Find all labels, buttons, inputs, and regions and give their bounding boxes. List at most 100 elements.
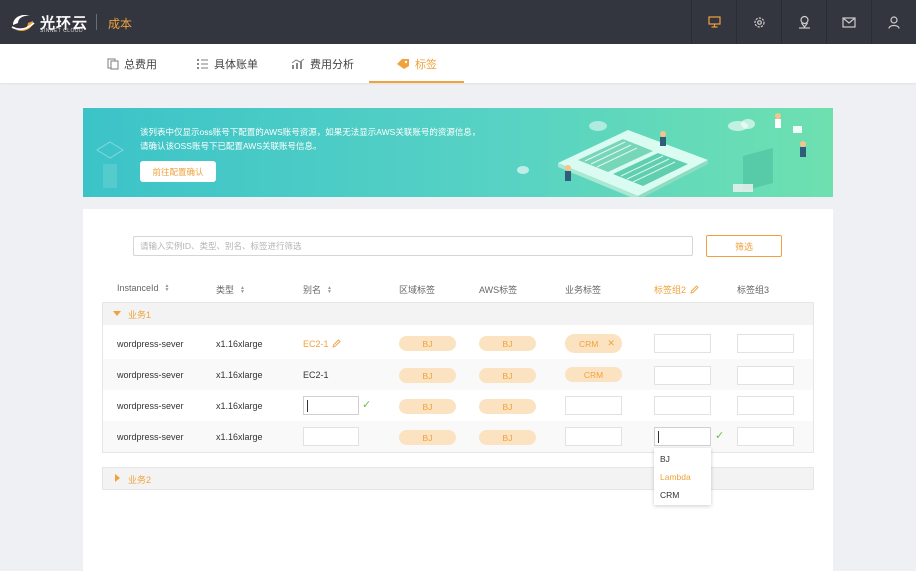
tab-label: 标签 [415, 58, 437, 71]
tab-bar: 总费用 具体账单 费用分析 标签 [0, 44, 916, 83]
table-row: wordpress-sever x1.16xlarge EC2-1 BJ BJ … [103, 359, 813, 390]
column-header-biz-tag: 业务标签 [565, 283, 601, 296]
column-label: 区域标签 [399, 285, 436, 295]
confirm-check-icon[interactable]: ✓ [362, 398, 371, 411]
location-icon[interactable] [781, 0, 826, 44]
logo-icon [10, 11, 36, 35]
logo[interactable]: 光环云 SINNET CLOUD [10, 10, 88, 36]
tab-label: 费用分析 [310, 58, 354, 71]
region-tag-pill[interactable]: BJ [399, 430, 456, 445]
confirm-check-icon[interactable]: ✓ [715, 429, 724, 442]
column-header-alias[interactable]: 别名 ▲ ▼ [303, 283, 332, 296]
column-header-tag-group-2[interactable]: 标签组2 [654, 283, 699, 296]
tag-group-2-field[interactable] [654, 396, 711, 415]
alias-input[interactable] [303, 396, 359, 415]
biz-tag-field[interactable] [565, 427, 622, 446]
active-tab-indicator [369, 81, 464, 83]
group-label: 业务2 [128, 475, 152, 485]
alias-cell[interactable]: EC2-1 [303, 370, 329, 380]
dropdown-option[interactable]: BJ [660, 454, 670, 464]
caret-right-icon[interactable] [115, 474, 121, 482]
region-tag-pill[interactable]: BJ [399, 399, 456, 414]
settings-icon[interactable] [736, 0, 781, 44]
column-header-aws-tag: AWS标签 [479, 283, 517, 296]
mail-icon[interactable] [826, 0, 871, 44]
type-cell: x1.16xlarge [216, 432, 263, 442]
biz-tag-pill[interactable]: CRM [565, 367, 622, 382]
group-label: 业务1 [128, 310, 152, 320]
text-cursor [658, 431, 659, 443]
column-header-region-tag: 区域标签 [399, 283, 435, 296]
aws-tag-pill[interactable]: BJ [479, 399, 536, 414]
tag-icon [397, 58, 409, 69]
tag-group-3-field[interactable] [737, 396, 794, 415]
logo-subtitle: SINNET CLOUD [40, 28, 84, 34]
table-row: wordpress-sever x1.16xlarge EC2-1 BJ BJ … [103, 328, 813, 359]
header-actions [691, 0, 916, 44]
tag-group-2-field[interactable] [654, 334, 711, 353]
instance-id-cell: wordpress-sever [117, 401, 184, 411]
remove-tag-icon[interactable]: ✕ [607, 338, 615, 349]
instance-id-cell: wordpress-sever [117, 432, 184, 442]
go-configure-button[interactable]: 前往配置确认 [140, 161, 216, 182]
tab-label: 具体账单 [214, 58, 258, 71]
aws-tag-pill[interactable]: BJ [479, 430, 536, 445]
chart-icon [291, 58, 305, 69]
column-label: 业务标签 [565, 285, 602, 295]
tab-tags[interactable]: 标签 [396, 44, 437, 83]
column-label: 类型 [216, 285, 235, 295]
dropdown-option[interactable]: Lambda [660, 472, 691, 482]
column-label: InstanceId [117, 283, 159, 293]
banner-decoration-icon [96, 141, 124, 188]
tag-suggestion-dropdown: BJ Lambda CRM [654, 448, 711, 505]
sort-icon[interactable]: ▲ ▼ [165, 284, 170, 293]
column-label: 标签组3 [737, 285, 770, 295]
text-cursor [307, 400, 308, 412]
user-icon[interactable] [871, 0, 916, 44]
dropdown-option[interactable]: CRM [660, 490, 679, 500]
header-divider [96, 14, 97, 30]
column-label: 标签组2 [654, 285, 687, 295]
info-banner: 该列表中仅显示oss账号下配置的AWS账号资源，如果无法显示AWS关联账号的资源… [83, 108, 833, 197]
monitor-icon[interactable] [691, 0, 736, 44]
tab-total-cost[interactable]: 总费用 [107, 44, 157, 83]
type-cell: x1.16xlarge [216, 339, 263, 349]
edit-icon[interactable] [332, 339, 341, 348]
instance-id-cell: wordpress-sever [117, 339, 184, 349]
tag-group-3-field[interactable] [737, 366, 794, 385]
banner-message: 该列表中仅显示oss账号下配置的AWS账号资源，如果无法显示AWS关联账号的资源… [140, 125, 480, 153]
column-label: 别名 [303, 285, 322, 295]
group-business-1: 业务1 wordpress-sever x1.16xlarge EC2-1 BJ… [102, 302, 814, 453]
bill-icon [107, 57, 119, 70]
tab-bill-detail[interactable]: 具体账单 [196, 44, 258, 83]
biz-tag-field[interactable] [565, 396, 622, 415]
search-input[interactable] [133, 236, 693, 256]
edit-icon[interactable] [690, 285, 699, 294]
tag-group-3-field[interactable] [737, 334, 794, 353]
region-tag-pill[interactable]: BJ [399, 368, 456, 383]
banner-line-1: 该列表中仅显示oss账号下配置的AWS账号资源，如果无法显示AWS关联账号的资源… [140, 127, 481, 137]
biz-tag-label: CRM [579, 338, 599, 349]
column-header-instanceid[interactable]: InstanceId ▲ ▼ [117, 283, 169, 293]
region-tag-pill[interactable]: BJ [399, 336, 456, 351]
tag-group-2-field[interactable] [654, 366, 711, 385]
tab-cost-analysis[interactable]: 费用分析 [291, 44, 354, 83]
column-label: AWS标签 [479, 285, 518, 295]
group-header[interactable]: 业务1 [103, 303, 813, 325]
sort-icon[interactable]: ▲ ▼ [240, 285, 245, 294]
tag-group-3-field[interactable] [737, 427, 794, 446]
alias-input[interactable] [303, 427, 359, 446]
sort-icon[interactable]: ▲ ▼ [327, 285, 332, 294]
list-icon [197, 58, 208, 69]
page-title: 成本 [108, 17, 133, 31]
aws-tag-pill[interactable]: BJ [479, 368, 536, 383]
aws-tag-pill[interactable]: BJ [479, 336, 536, 351]
filter-button[interactable]: 筛选 [706, 235, 782, 257]
column-header-tag-group-3: 标签组3 [737, 283, 769, 296]
column-header-type[interactable]: 类型 ▲ ▼ [216, 283, 245, 296]
caret-down-icon[interactable] [113, 311, 121, 317]
biz-tag-pill[interactable]: CRM ✕ [565, 334, 622, 353]
tag-group-2-input[interactable] [654, 427, 711, 446]
tab-label: 总费用 [124, 58, 157, 71]
alias-cell[interactable]: EC2-1 [303, 339, 329, 349]
